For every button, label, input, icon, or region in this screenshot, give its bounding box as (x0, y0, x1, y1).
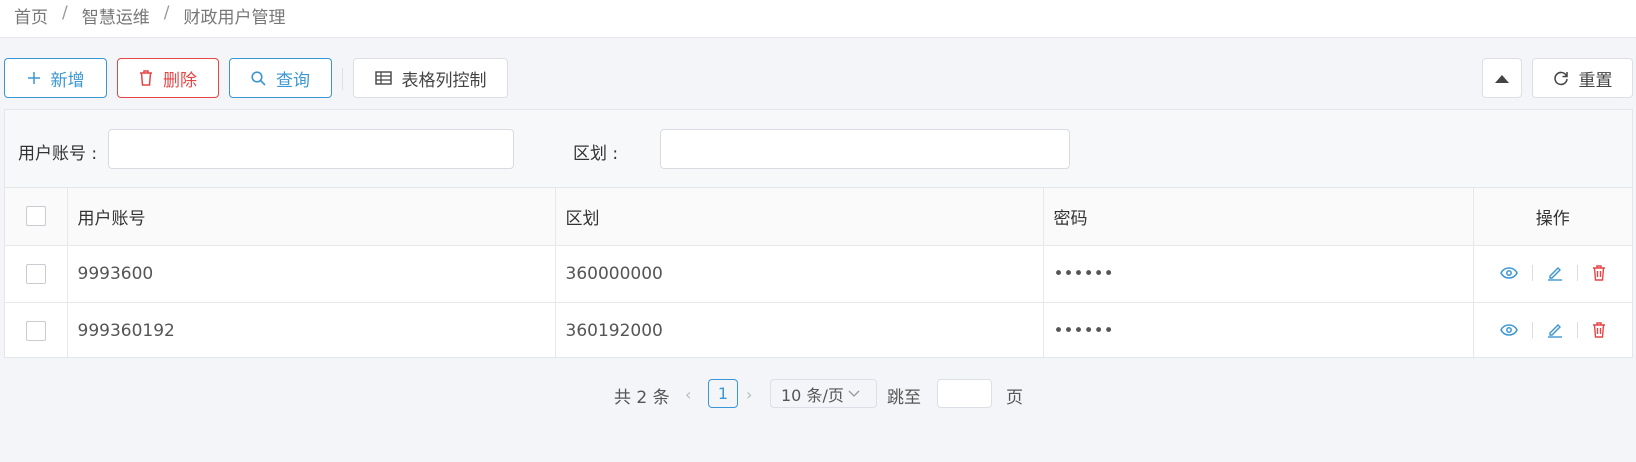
breadcrumb-item-ops[interactable]: 智慧运维 (82, 3, 150, 28)
cell-account: 999360192 (67, 302, 556, 359)
prev-page-icon[interactable]: ‹ (685, 385, 691, 404)
collapse-search-button[interactable] (1482, 58, 1522, 98)
reset-button-label: 重置 (1578, 70, 1613, 91)
breadcrumb-item-current: 财政用户管理 (183, 8, 286, 28)
page-size-select[interactable]: 10 条/页 (770, 379, 877, 408)
breadcrumb: 首页 / 智慧运维 / 财政用户管理 (0, 0, 1636, 38)
cell-account: 9993600 (67, 245, 556, 303)
table-header-row: 用户账号 区划 密码 操作 (5, 188, 1632, 246)
table-row[interactable]: 9993600 360000000 •••••• (5, 245, 1632, 303)
add-button[interactable]: 新增 (4, 58, 107, 98)
breadcrumb-separator: / (62, 3, 68, 23)
query-button[interactable]: 查询 (229, 58, 332, 98)
row-checkbox[interactable] (25, 263, 46, 284)
column-control-button[interactable]: 表格列控制 (353, 58, 508, 98)
delete-icon[interactable] (1592, 264, 1606, 281)
cell-actions (1473, 245, 1632, 303)
page-suffix-label: 页 (1006, 388, 1023, 408)
search-form: 用户账号 : 区划 : (5, 110, 1632, 188)
caret-up-icon (1495, 74, 1509, 83)
row-select-cell (5, 245, 68, 303)
row-actions (1499, 264, 1606, 281)
pagination-total: 共 2 条 (614, 388, 670, 408)
header-account[interactable]: 用户账号 (67, 188, 556, 246)
user-table: 用户账号 区划 密码 操作 9993600 360000000 •••••• 9… (5, 188, 1632, 359)
jump-label: 跳至 (887, 388, 921, 408)
row-select-cell (5, 302, 68, 359)
action-divider (1576, 264, 1578, 281)
page-number-current[interactable]: 1 (708, 379, 738, 408)
header-password[interactable]: 密码 (1043, 188, 1474, 246)
refresh-icon (1553, 71, 1568, 86)
cell-password: •••••• (1043, 302, 1474, 359)
jump-page-input[interactable] (937, 379, 992, 408)
edit-icon[interactable] (1547, 322, 1563, 338)
account-label: 用户账号 : (18, 144, 98, 164)
breadcrumb-separator: / (163, 3, 170, 23)
view-icon[interactable] (1499, 323, 1518, 336)
pagination: 共 2 条 ‹ 1 › 10 条/页 跳至 页 (0, 379, 1636, 409)
cell-region: 360192000 (555, 302, 1044, 359)
region-input[interactable] (660, 129, 1070, 169)
table-row[interactable]: 999360192 360192000 •••••• (5, 302, 1632, 359)
table-icon (374, 71, 392, 85)
toolbar-divider (342, 68, 343, 90)
delete-icon[interactable] (1592, 322, 1606, 338)
search-table-panel: 用户账号 : 区划 : 用户账号 区划 密码 操作 9993600 360000… (4, 109, 1633, 359)
action-divider (1531, 321, 1533, 338)
query-button-label: 查询 (276, 70, 310, 91)
row-actions (1499, 321, 1606, 338)
page-size-value: 10 条/页 (781, 385, 844, 405)
region-label: 区划 : (573, 144, 619, 164)
search-icon (251, 70, 266, 86)
view-icon[interactable] (1499, 266, 1518, 279)
cell-password: •••••• (1043, 245, 1474, 303)
delete-button[interactable]: 删除 (117, 58, 219, 98)
header-actions: 操作 (1473, 188, 1632, 246)
delete-button-label: 删除 (163, 70, 197, 91)
column-control-button-label: 表格列控制 (401, 70, 487, 91)
next-page-icon[interactable]: › (746, 385, 752, 404)
cell-region: 360000000 (555, 245, 1044, 303)
trash-icon (140, 70, 152, 86)
add-button-label: 新增 (50, 70, 85, 91)
breadcrumb-item-home[interactable]: 首页 (14, 3, 48, 28)
select-all-cell (5, 188, 68, 246)
reset-button[interactable]: 重置 (1532, 58, 1633, 98)
select-all-checkbox[interactable] (25, 206, 46, 227)
edit-icon[interactable] (1547, 265, 1563, 281)
chevron-down-icon (848, 390, 860, 397)
plus-icon (27, 72, 40, 84)
row-checkbox[interactable] (25, 320, 46, 341)
cell-actions (1473, 302, 1632, 359)
header-region[interactable]: 区划 (555, 188, 1044, 246)
action-divider (1576, 321, 1578, 338)
action-divider (1531, 264, 1533, 281)
account-input[interactable] (108, 129, 514, 169)
